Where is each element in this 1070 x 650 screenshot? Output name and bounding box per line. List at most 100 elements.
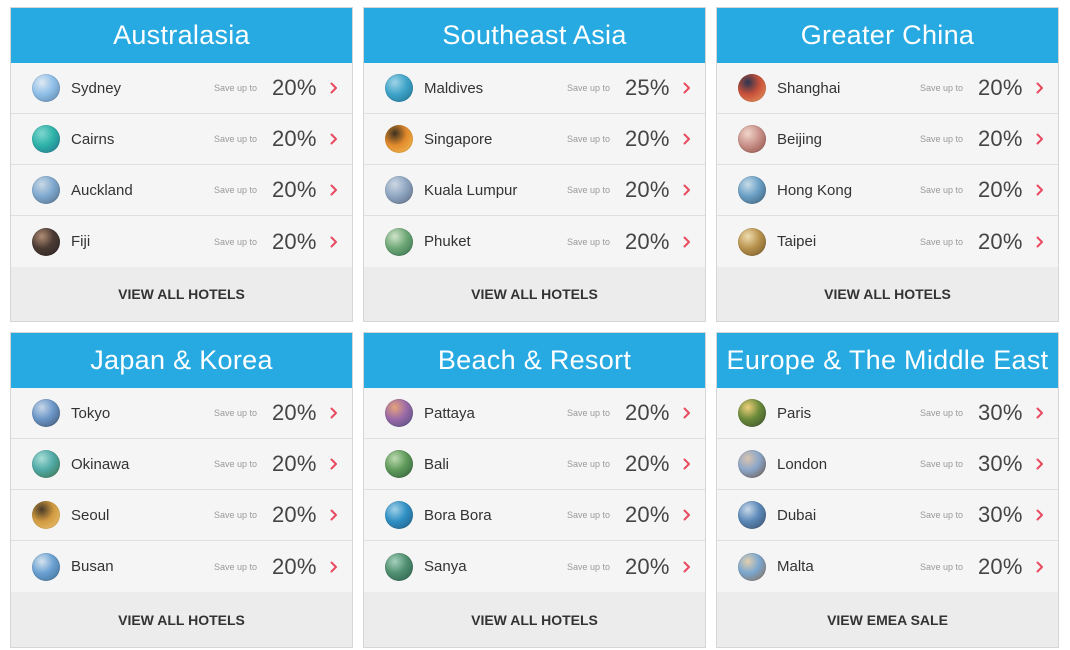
- city-row[interactable]: Bora Bora Save up to 20%: [364, 490, 705, 541]
- city-thumbnail: [738, 501, 766, 529]
- chevron-right-icon: [675, 133, 691, 145]
- save-up-to-label: Save up to: [213, 134, 257, 144]
- discount-value: 20%: [272, 228, 317, 254]
- save-up-to-label: Save up to: [566, 408, 610, 418]
- chevron-right-icon: [322, 561, 338, 573]
- save-up-to-label: Save up to: [566, 236, 610, 247]
- city-row[interactable]: Singapore Save up to 20%: [364, 114, 705, 165]
- city-name: Dubai: [777, 506, 817, 524]
- city-thumbnail: [32, 399, 60, 427]
- save-up-to-label: Save up to: [566, 561, 610, 572]
- city-row[interactable]: Pattaya Save up to 20%: [364, 388, 705, 439]
- save-up-to-label: Save up to: [213, 510, 257, 520]
- city-thumbnail: [32, 176, 60, 204]
- city-name: Cairns: [71, 130, 115, 148]
- view-all-hotels-button[interactable]: VIEW ALL HOTELS: [717, 267, 1058, 321]
- city-list: Paris Save up to 30% London Save up to 3…: [717, 388, 1058, 592]
- city-row[interactable]: London Save up to 30%: [717, 439, 1058, 490]
- discount-value: 20%: [978, 177, 1023, 202]
- city-list: Pattaya Save up to 20% Bali Save up to 2…: [364, 388, 705, 592]
- save-up-to-label: Save up to: [919, 83, 963, 93]
- city-thumbnail: [385, 176, 413, 204]
- view-all-hotels-button[interactable]: VIEW ALL HOTELS: [11, 267, 352, 321]
- city-name: London: [777, 455, 828, 473]
- save-up-to-label: Save up to: [919, 459, 963, 469]
- city-row[interactable]: Phuket Save up to 20%: [364, 216, 705, 267]
- save-up-to-label: Save up to: [213, 83, 257, 93]
- view-all-hotels-button[interactable]: VIEW ALL HOTELS: [364, 267, 705, 321]
- discount-value: 20%: [978, 228, 1023, 254]
- city-name: Phuket: [424, 233, 471, 250]
- city-row[interactable]: Sydney Save up to 20%: [11, 63, 352, 114]
- city-thumbnail: [738, 399, 766, 427]
- city-row[interactable]: Beijing Save up to 20%: [717, 114, 1058, 165]
- city-row[interactable]: Dubai Save up to 30%: [717, 490, 1058, 541]
- chevron-right-icon: [675, 509, 691, 521]
- discount-value: 20%: [625, 177, 670, 202]
- save-up-to-label: Save up to: [919, 510, 963, 520]
- discount-value: 30%: [978, 502, 1023, 527]
- chevron-right-icon: [1028, 236, 1044, 248]
- view-all-hotels-button[interactable]: VIEW ALL HOTELS: [11, 592, 352, 647]
- region-card: Australasia Sydney Save up to 20% Cairns…: [10, 7, 353, 322]
- city-row[interactable]: Maldives Save up to 25%: [364, 63, 705, 114]
- chevron-right-icon: [1028, 82, 1044, 94]
- discount-value: 20%: [625, 400, 670, 425]
- city-name: Singapore: [424, 130, 493, 148]
- region-title[interactable]: Japan & Korea: [11, 333, 352, 388]
- city-row[interactable]: Shanghai Save up to 20%: [717, 63, 1058, 114]
- city-name: Seoul: [71, 506, 110, 524]
- save-up-to-label: Save up to: [566, 510, 610, 520]
- save-up-to-label: Save up to: [566, 83, 610, 93]
- save-up-to-label: Save up to: [919, 236, 963, 247]
- region-title[interactable]: Greater China: [717, 8, 1058, 63]
- city-row[interactable]: Tokyo Save up to 20%: [11, 388, 352, 439]
- city-row[interactable]: Malta Save up to 20%: [717, 541, 1058, 592]
- region-title[interactable]: Beach & Resort: [364, 333, 705, 388]
- city-thumbnail: [738, 552, 766, 581]
- chevron-right-icon: [322, 236, 338, 248]
- view-all-hotels-button[interactable]: VIEW ALL HOTELS: [364, 592, 705, 647]
- discount-value: 20%: [978, 553, 1023, 579]
- save-up-to-label: Save up to: [919, 408, 963, 418]
- city-row[interactable]: Auckland Save up to 20%: [11, 165, 352, 216]
- city-thumbnail: [385, 74, 413, 102]
- city-name: Beijing: [777, 130, 823, 148]
- chevron-right-icon: [322, 82, 338, 94]
- discount-value: 20%: [978, 75, 1023, 100]
- save-up-to-label: Save up to: [213, 236, 257, 247]
- city-row[interactable]: Sanya Save up to 20%: [364, 541, 705, 592]
- city-row[interactable]: Cairns Save up to 20%: [11, 114, 352, 165]
- city-row[interactable]: Taipei Save up to 20%: [717, 216, 1058, 267]
- city-row[interactable]: Kuala Lumpur Save up to 20%: [364, 165, 705, 216]
- city-thumbnail: [32, 450, 60, 478]
- city-name: Bali: [424, 455, 450, 473]
- discount-value: 20%: [272, 553, 317, 579]
- city-row[interactable]: Okinawa Save up to 20%: [11, 439, 352, 490]
- city-thumbnail: [385, 501, 413, 529]
- save-up-to-label: Save up to: [566, 185, 610, 195]
- region-title[interactable]: Australasia: [11, 8, 352, 63]
- city-thumbnail: [738, 74, 766, 102]
- view-emea-sale-button[interactable]: VIEW EMEA SALE: [717, 592, 1058, 647]
- region-card: Greater China Shanghai Save up to 20% Be…: [716, 7, 1059, 322]
- city-row[interactable]: Paris Save up to 30%: [717, 388, 1058, 439]
- save-up-to-label: Save up to: [566, 134, 610, 144]
- city-row[interactable]: Fiji Save up to 20%: [11, 216, 352, 267]
- city-row[interactable]: Bali Save up to 20%: [364, 439, 705, 490]
- chevron-right-icon: [322, 458, 338, 470]
- city-row[interactable]: Busan Save up to 20%: [11, 541, 352, 592]
- chevron-right-icon: [675, 458, 691, 470]
- city-thumbnail: [32, 552, 60, 581]
- chevron-right-icon: [1028, 561, 1044, 573]
- discount-value: 30%: [978, 400, 1023, 425]
- city-row[interactable]: Seoul Save up to 20%: [11, 490, 352, 541]
- region-title[interactable]: Europe & The Middle East: [717, 333, 1058, 388]
- city-list: Maldives Save up to 25% Singapore Save u…: [364, 63, 705, 267]
- city-thumbnail: [738, 176, 766, 204]
- chevron-right-icon: [1028, 133, 1044, 145]
- city-list: Tokyo Save up to 20% Okinawa Save up to …: [11, 388, 352, 592]
- city-row[interactable]: Hong Kong Save up to 20%: [717, 165, 1058, 216]
- region-title[interactable]: Southeast Asia: [364, 8, 705, 63]
- chevron-right-icon: [675, 82, 691, 94]
